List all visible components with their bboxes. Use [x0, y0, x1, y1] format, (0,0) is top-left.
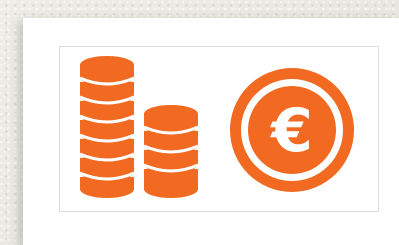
money-illustration: €: [79, 56, 354, 198]
euro-symbol: €: [269, 96, 313, 166]
euro-coin-icon: €: [230, 68, 354, 192]
illustration-frame: €: [59, 46, 379, 212]
